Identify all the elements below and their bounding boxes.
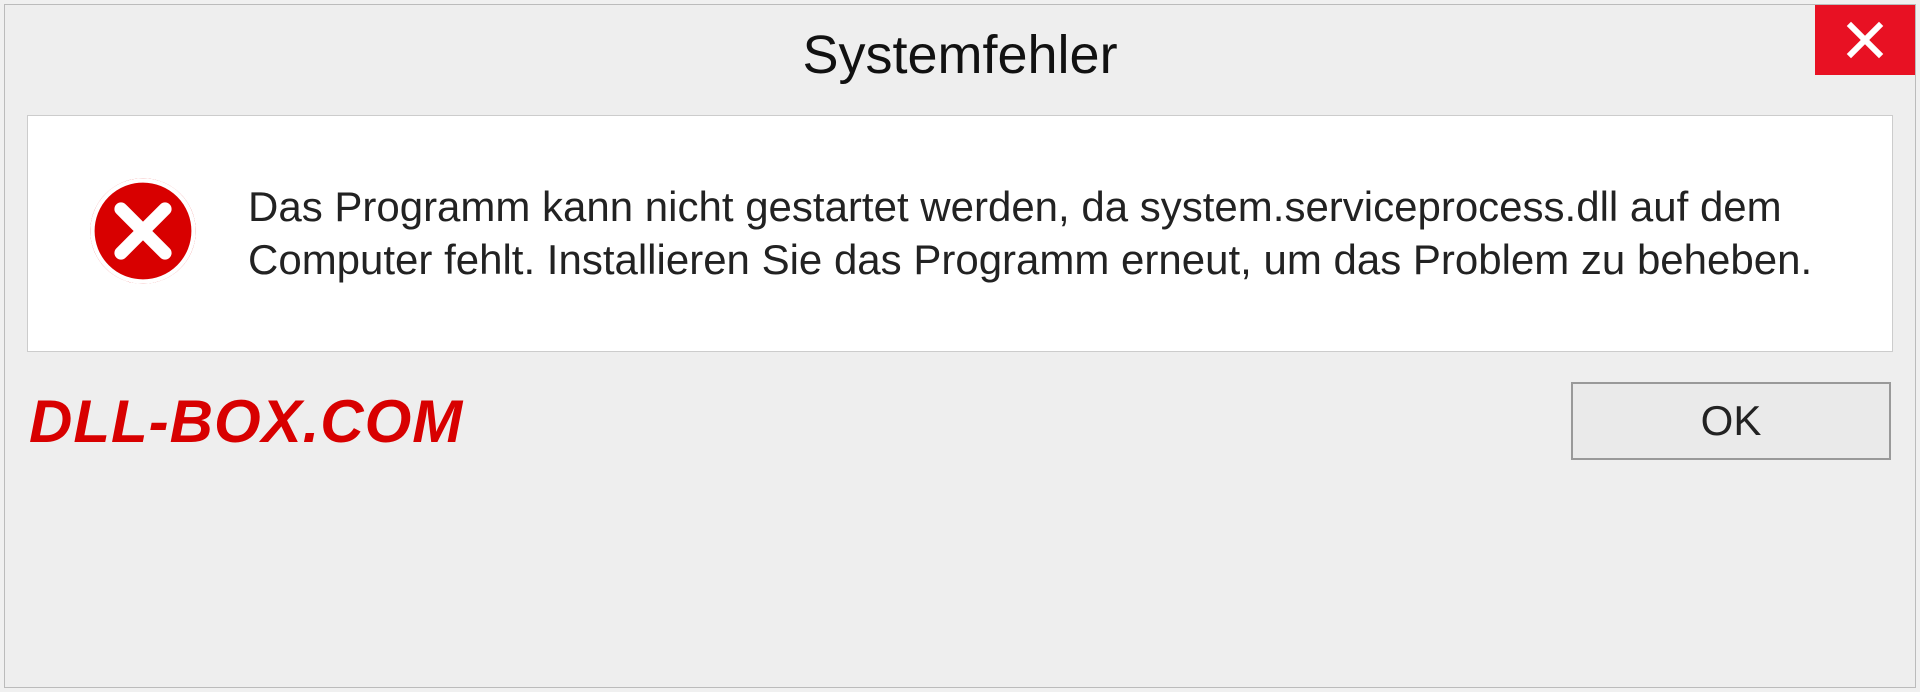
close-icon xyxy=(1845,20,1885,60)
error-message: Das Programm kann nicht gestartet werden… xyxy=(248,181,1822,286)
titlebar: Systemfehler xyxy=(5,5,1915,105)
ok-button[interactable]: OK xyxy=(1571,382,1891,460)
dialog-title: Systemfehler xyxy=(802,24,1117,86)
content-panel: Das Programm kann nicht gestartet werden… xyxy=(27,115,1893,352)
error-dialog: Systemfehler Das Programm kann nicht ges… xyxy=(4,4,1916,688)
close-button[interactable] xyxy=(1815,5,1915,75)
error-icon xyxy=(88,176,198,291)
watermark-text: DLL-BOX.COM xyxy=(29,387,463,456)
dialog-footer: DLL-BOX.COM OK xyxy=(5,372,1915,484)
